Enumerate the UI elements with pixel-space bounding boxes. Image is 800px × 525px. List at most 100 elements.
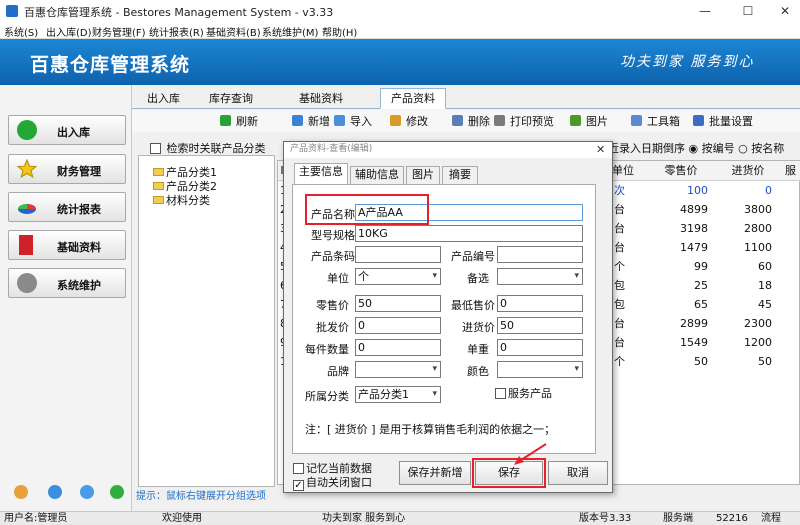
refresh-button[interactable]: 刷新 [220,113,258,129]
sort-code-radio[interactable]: ◉ 按编号 [689,142,735,155]
grid-cell[interactable]: 1479 [646,238,708,257]
wholesale-input[interactable]: 0 [355,317,441,334]
tab-aux-info[interactable]: 辅助信息 [350,166,404,184]
grid-cell[interactable]: 25 [646,276,708,295]
checkbox[interactable]: ✓ [293,480,304,491]
tab-image[interactable]: 图片 [406,166,440,184]
menu-basic[interactable]: 基础资料(B) [206,24,261,39]
nav-finance[interactable]: 财务管理 [8,154,126,184]
grid-cell[interactable]: 1100 [716,238,772,257]
image-button[interactable]: 图片 [570,113,608,129]
weight-input[interactable]: 0 [497,339,583,356]
delete-button[interactable]: 删除 [452,113,490,129]
brand-select[interactable]: ▾ [355,361,441,378]
maximize-icon[interactable]: ☐ [733,2,763,20]
barcode-label: 产品条码 [311,250,355,263]
info-icon[interactable] [80,485,94,499]
per-qty-input[interactable]: 0 [355,339,441,356]
code-input[interactable] [497,246,583,263]
add-button[interactable]: 新增 [292,113,330,129]
menu-finance[interactable]: 财务管理(F) [92,24,146,39]
hint-text: 提示：鼠标右键展开分组选项 [136,491,266,502]
chevron-down-icon: ▾ [432,271,437,281]
nav-basic[interactable]: 基础资料 [8,230,126,260]
window-title: 百惠仓库管理系统 - Bestores Management System - … [24,6,334,19]
grid-cell[interactable]: 18 [716,276,772,295]
retail-label: 零售价 [316,299,349,312]
grid-cell[interactable]: 100 [646,181,708,200]
spare-select[interactable]: ▾ [497,268,583,285]
home-icon[interactable] [14,485,28,499]
nav-reports[interactable]: 统计报表 [8,192,126,222]
min-price-label: 最低售价 [451,299,495,312]
sort-date-option[interactable]: 近录入日期倒序 [608,142,685,155]
checkbox[interactable] [293,463,304,474]
chevron-down-icon: ▾ [432,389,437,399]
status-user: 用户名:管理员 [4,513,68,524]
trash-icon [452,115,463,126]
grid-cell[interactable]: 50 [716,352,772,371]
category-select[interactable]: 产品分类1 ▾ [355,386,441,403]
menu-help[interactable]: 帮助(H) [322,24,357,39]
auto-close-checkbox[interactable]: ✓ 自动关闭窗口 [293,474,372,491]
dialog-close-icon[interactable]: ✕ [596,142,610,158]
cancel-button[interactable]: 取消 [548,461,608,485]
grid-cell[interactable]: 3198 [646,219,708,238]
grid-cell[interactable]: 2300 [716,314,772,333]
tree-item[interactable]: 材料分类 [153,192,210,208]
main-info-page: 产品名称 A产品AA 型号规格 10KG 产品条码 产品编号 单位 个 ▾ 备选 … [292,184,596,454]
grid-cell[interactable]: 65 [646,295,708,314]
import-button[interactable]: 导入 [334,113,372,129]
tools-button[interactable]: 工具箱 [631,113,680,129]
refresh-icon[interactable] [48,485,62,499]
tab-summary[interactable]: 摘要 [442,166,478,184]
tab-basic[interactable]: 基础资料 [288,88,354,109]
code-label: 产品编号 [451,250,495,263]
checkbox[interactable] [495,388,506,399]
grid-cell[interactable]: 2800 [716,219,772,238]
batch-button[interactable]: 批量设置 [693,113,753,129]
service-product-checkbox[interactable]: 服务产品 [495,385,552,401]
menu-reports[interactable]: 统计报表(R) [149,24,204,39]
grid-cell[interactable]: 2899 [646,314,708,333]
checkbox[interactable] [150,143,161,154]
book-icon [19,235,33,255]
unit-select[interactable]: 个 ▾ [355,268,441,285]
print-preview-button[interactable]: 打印预览 [494,113,554,129]
purchase-label: 进货价 [462,321,495,334]
purchase-input[interactable]: 50 [497,317,583,334]
grid-cell[interactable]: 45 [716,295,772,314]
grid-cell[interactable]: 60 [716,257,772,276]
grid-cell[interactable]: 0 [716,181,772,200]
menu-maintenance[interactable]: 系统维护(M) [262,24,318,39]
retail-input[interactable]: 50 [355,295,441,312]
close-icon[interactable]: ✕ [770,2,800,20]
star-icon [16,158,38,179]
grid-cell[interactable]: 99 [646,257,708,276]
grid-cell[interactable]: 3800 [716,200,772,219]
grid-cell[interactable]: 1200 [716,333,772,352]
grid-cell[interactable]: 4899 [646,200,708,219]
menu-inout[interactable]: 出入库(D) [46,24,92,39]
edit-button[interactable]: 修改 [390,113,428,129]
color-select[interactable]: ▾ [497,361,583,378]
sort-name-radio[interactable]: ○ 按名称 [738,142,784,155]
tab-product[interactable]: 产品资料 [380,88,446,109]
grid-cell[interactable]: 50 [646,352,708,371]
nav-inout[interactable]: 出入库 [8,115,126,145]
min-price-input[interactable]: 0 [497,295,583,312]
tab-inout[interactable]: 出入库 [136,88,191,109]
tab-stock-query[interactable]: 库存查询 [198,88,264,109]
brand-label: 品牌 [327,365,349,378]
grid-cell[interactable]: 1549 [646,333,708,352]
tree-filter-checkbox[interactable]: 检索时关联产品分类 [150,140,266,156]
spec-input[interactable]: 10KG [355,225,583,242]
save-new-button[interactable]: 保存并新增 [399,461,471,485]
refresh-icon [220,115,231,126]
nav-maintenance[interactable]: 系统维护 [8,268,126,298]
menu-system[interactable]: 系统(S) [4,24,38,39]
minimize-icon[interactable]: — [690,2,720,20]
barcode-input[interactable] [355,246,441,263]
add-icon[interactable] [110,485,124,499]
tab-main-info[interactable]: 主要信息 [294,163,348,185]
